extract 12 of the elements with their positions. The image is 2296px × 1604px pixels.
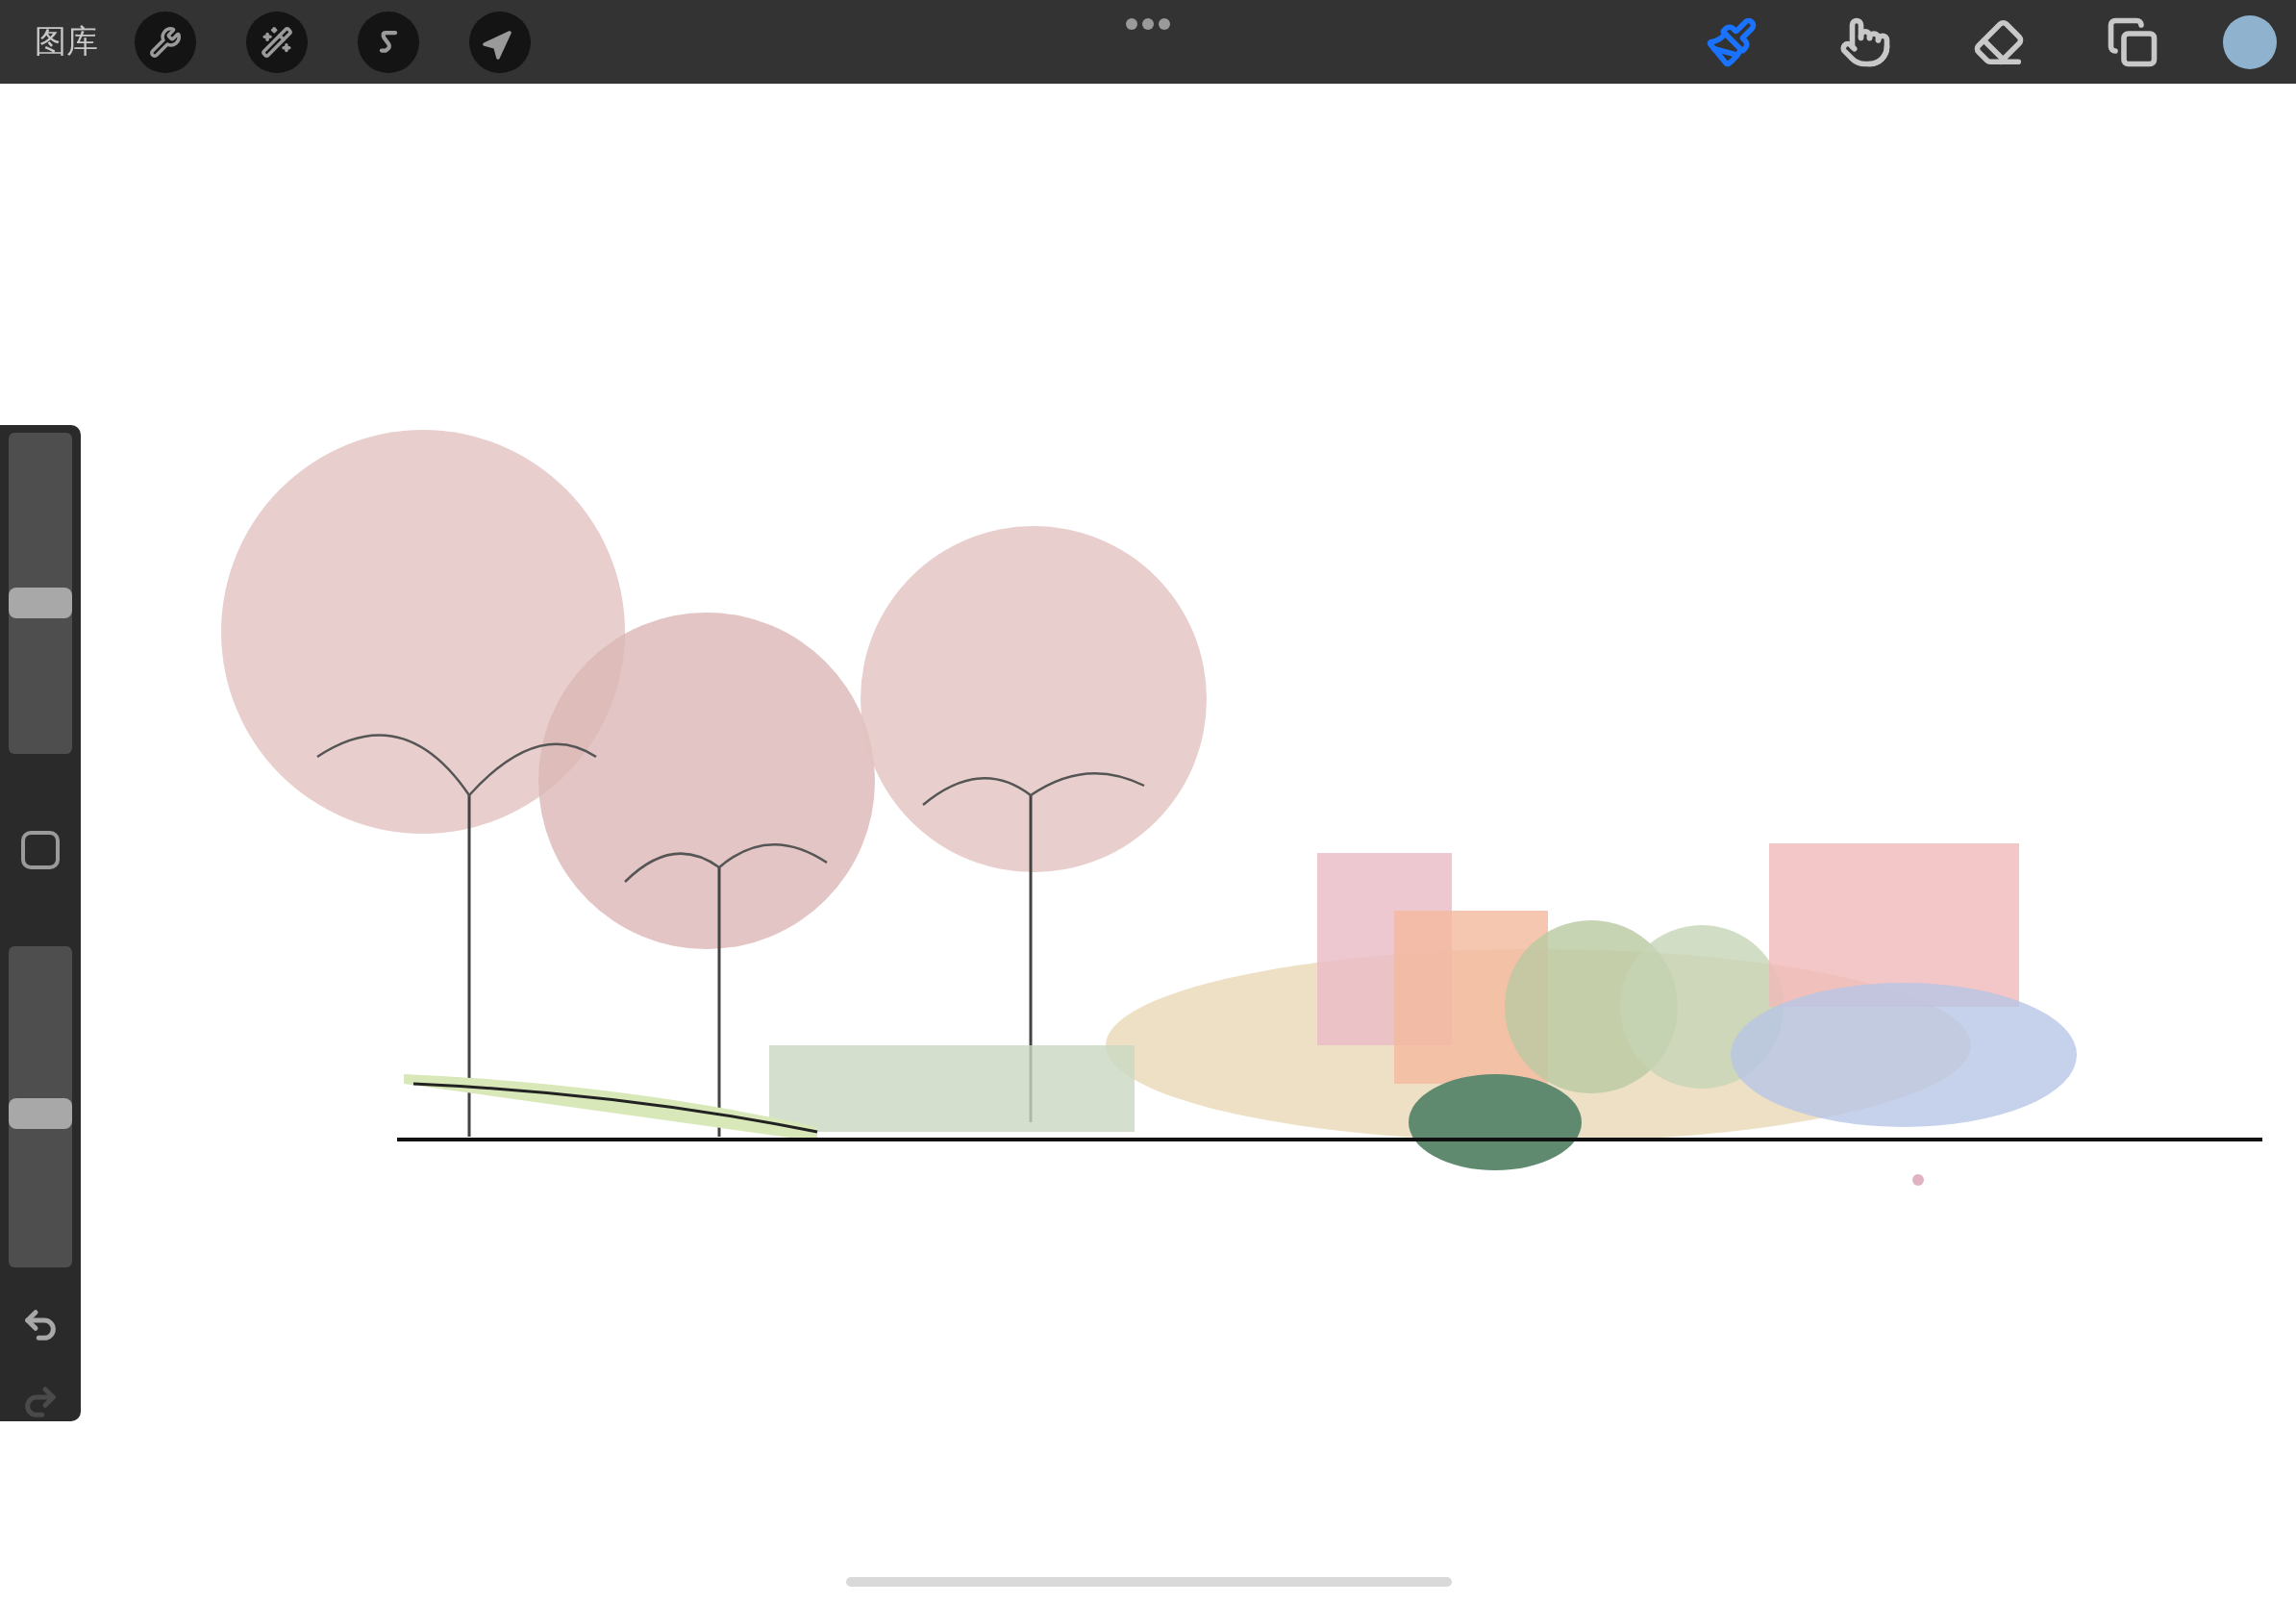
slider-thumb[interactable] xyxy=(9,1097,72,1129)
slider-thumb[interactable] xyxy=(9,588,72,619)
wrench-icon xyxy=(149,25,182,59)
layers-icon xyxy=(2107,15,2159,68)
modify-button[interactable] xyxy=(21,831,60,869)
brush-size-slider[interactable] xyxy=(9,433,72,755)
more-options-icon[interactable] xyxy=(1125,17,1171,31)
opacity-slider[interactable] xyxy=(9,945,72,1267)
gallery-link[interactable]: 图库 xyxy=(35,20,98,63)
finger-icon xyxy=(1839,15,1891,68)
paintbrush-icon xyxy=(1706,15,1758,68)
magic-wand-icon xyxy=(261,25,293,59)
